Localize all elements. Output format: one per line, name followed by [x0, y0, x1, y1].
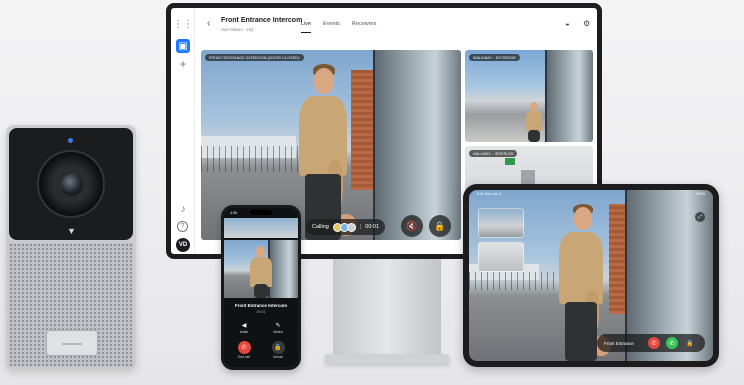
- apps-grid-icon[interactable]: ⋮⋮: [173, 17, 193, 31]
- accept-call-icon[interactable]: ✆: [666, 337, 678, 349]
- calling-status-text: Calling: [312, 224, 329, 230]
- header-bar: ‹ Front Entrance Intercom San Mateo - HQ…: [195, 8, 597, 42]
- mobile-phone: 4:35 Front Entrance Intercom 00:01 ◀ Aud…: [221, 205, 301, 370]
- end-call-icon: ✆: [237, 341, 251, 354]
- phone-live-feed[interactable]: [224, 240, 298, 298]
- tab-live[interactable]: Live: [301, 21, 312, 33]
- tablet-device: 9:41 Mon Jun 3 100% ⤢ Front Entrance ✆ ✆…: [463, 184, 719, 367]
- tablet-call-label: Front Entrance: [604, 340, 634, 346]
- monitor-stand-base: [325, 354, 449, 364]
- phone-call-title: Front Entrance Intercom: [234, 303, 288, 308]
- walkway-glass-door: [545, 50, 593, 142]
- unlock-lock-icon[interactable]: 🔒: [429, 215, 451, 237]
- mute-button[interactable]: ✎ Muted: [266, 322, 290, 334]
- visitor-figure: [291, 64, 361, 240]
- tab-events[interactable]: Events: [323, 21, 340, 33]
- audio-label: Audio: [239, 330, 249, 334]
- brand-logo-icon: ▼: [67, 226, 76, 236]
- help-icon[interactable]: ?: [177, 221, 188, 232]
- status-led: [68, 138, 73, 143]
- camera-lens: [61, 174, 83, 196]
- intercom-call-button[interactable]: [46, 330, 98, 356]
- tablet-hallway-thumbnail[interactable]: [478, 242, 524, 272]
- page-title: Front Entrance Intercom: [221, 17, 303, 24]
- unlock-button[interactable]: 🔒 Unlock: [266, 341, 290, 359]
- tablet-status-time: 9:41 Mon Jun 3: [477, 192, 502, 196]
- bell-icon[interactable]: ♪: [176, 202, 190, 216]
- expand-icon[interactable]: ⤢: [695, 212, 705, 222]
- page-subtitle: San Mateo - HQ: [221, 27, 254, 32]
- main-feed-label: FRONT ENTRANCE INTERCOM (DOOR CLOSED): [205, 54, 304, 61]
- decline-call-icon[interactable]: ✆: [648, 337, 660, 349]
- tablet-call-screen: 9:41 Mon Jun 3 100% ⤢ Front Entrance ✆ ✆…: [469, 190, 713, 361]
- monitor-stand: [333, 258, 441, 356]
- glass-door: [373, 50, 461, 240]
- intercom-device: ▼: [6, 125, 136, 370]
- lock-icon: 🔒: [271, 341, 285, 354]
- phone-notch: [250, 210, 272, 215]
- mute-speaker-icon[interactable]: 🔇: [401, 215, 423, 237]
- exit-sign: [505, 158, 515, 165]
- tablet-call-bar: Front Entrance ✆ ✆ 🔒: [597, 334, 705, 352]
- tab-bar: Live Events Receivers: [301, 21, 376, 33]
- hallway-feed-label: HALLWAY - INTERIOR: [469, 150, 518, 157]
- audio-button[interactable]: ◀ Audio: [232, 322, 256, 334]
- end-call-button[interactable]: ✆ End call: [232, 341, 256, 359]
- camera-icon[interactable]: ▣: [176, 39, 190, 53]
- receiver-avatar-3: [346, 222, 356, 232]
- muted-label: Muted: [273, 330, 283, 334]
- tablet-background-fence: [469, 272, 564, 290]
- tablet-unlock-icon[interactable]: 🔒: [684, 337, 696, 349]
- settings-gear-icon[interactable]: ⚙: [583, 19, 590, 28]
- intercom-camera-face: ▼: [9, 128, 133, 240]
- phone-status-time: 4:35: [230, 211, 237, 215]
- back-chevron-icon[interactable]: ‹: [207, 18, 210, 29]
- tablet-walkway-thumbnail[interactable]: [478, 208, 524, 238]
- walkway-visitor-figure: [523, 102, 545, 142]
- phone-visitor-figure: [248, 246, 274, 298]
- phone-call-screen: 4:35 Front Entrance Intercom 00:01 ◀ Aud…: [224, 208, 298, 367]
- tablet-battery: 100%: [696, 192, 705, 196]
- left-sidebar: ⋮⋮ ▣ + ♪ ? VD: [171, 8, 195, 254]
- calling-status-pill: Calling | 00:01: [306, 219, 386, 235]
- walkway-feed-label: WALKWAY - EXTERIOR: [469, 54, 520, 61]
- avatar[interactable]: VD: [176, 238, 190, 252]
- microphone-muted-icon: ✎: [275, 323, 281, 329]
- camera-dome-icon[interactable]: ◒: [565, 19, 570, 28]
- speaker-icon: ◀: [241, 323, 247, 329]
- call-timer: 00:01: [365, 224, 380, 230]
- phone-thumbnail-feed[interactable]: [224, 218, 298, 238]
- walkway-camera-feed[interactable]: WALKWAY - EXTERIOR: [465, 50, 593, 142]
- tab-receivers[interactable]: Receivers: [352, 21, 376, 33]
- camera-lens-ring: [37, 150, 105, 218]
- plus-icon[interactable]: +: [176, 57, 190, 71]
- unlock-label: Unlock: [272, 355, 284, 359]
- end-call-label: End call: [238, 355, 250, 359]
- phone-call-timer: 00:01: [256, 310, 266, 314]
